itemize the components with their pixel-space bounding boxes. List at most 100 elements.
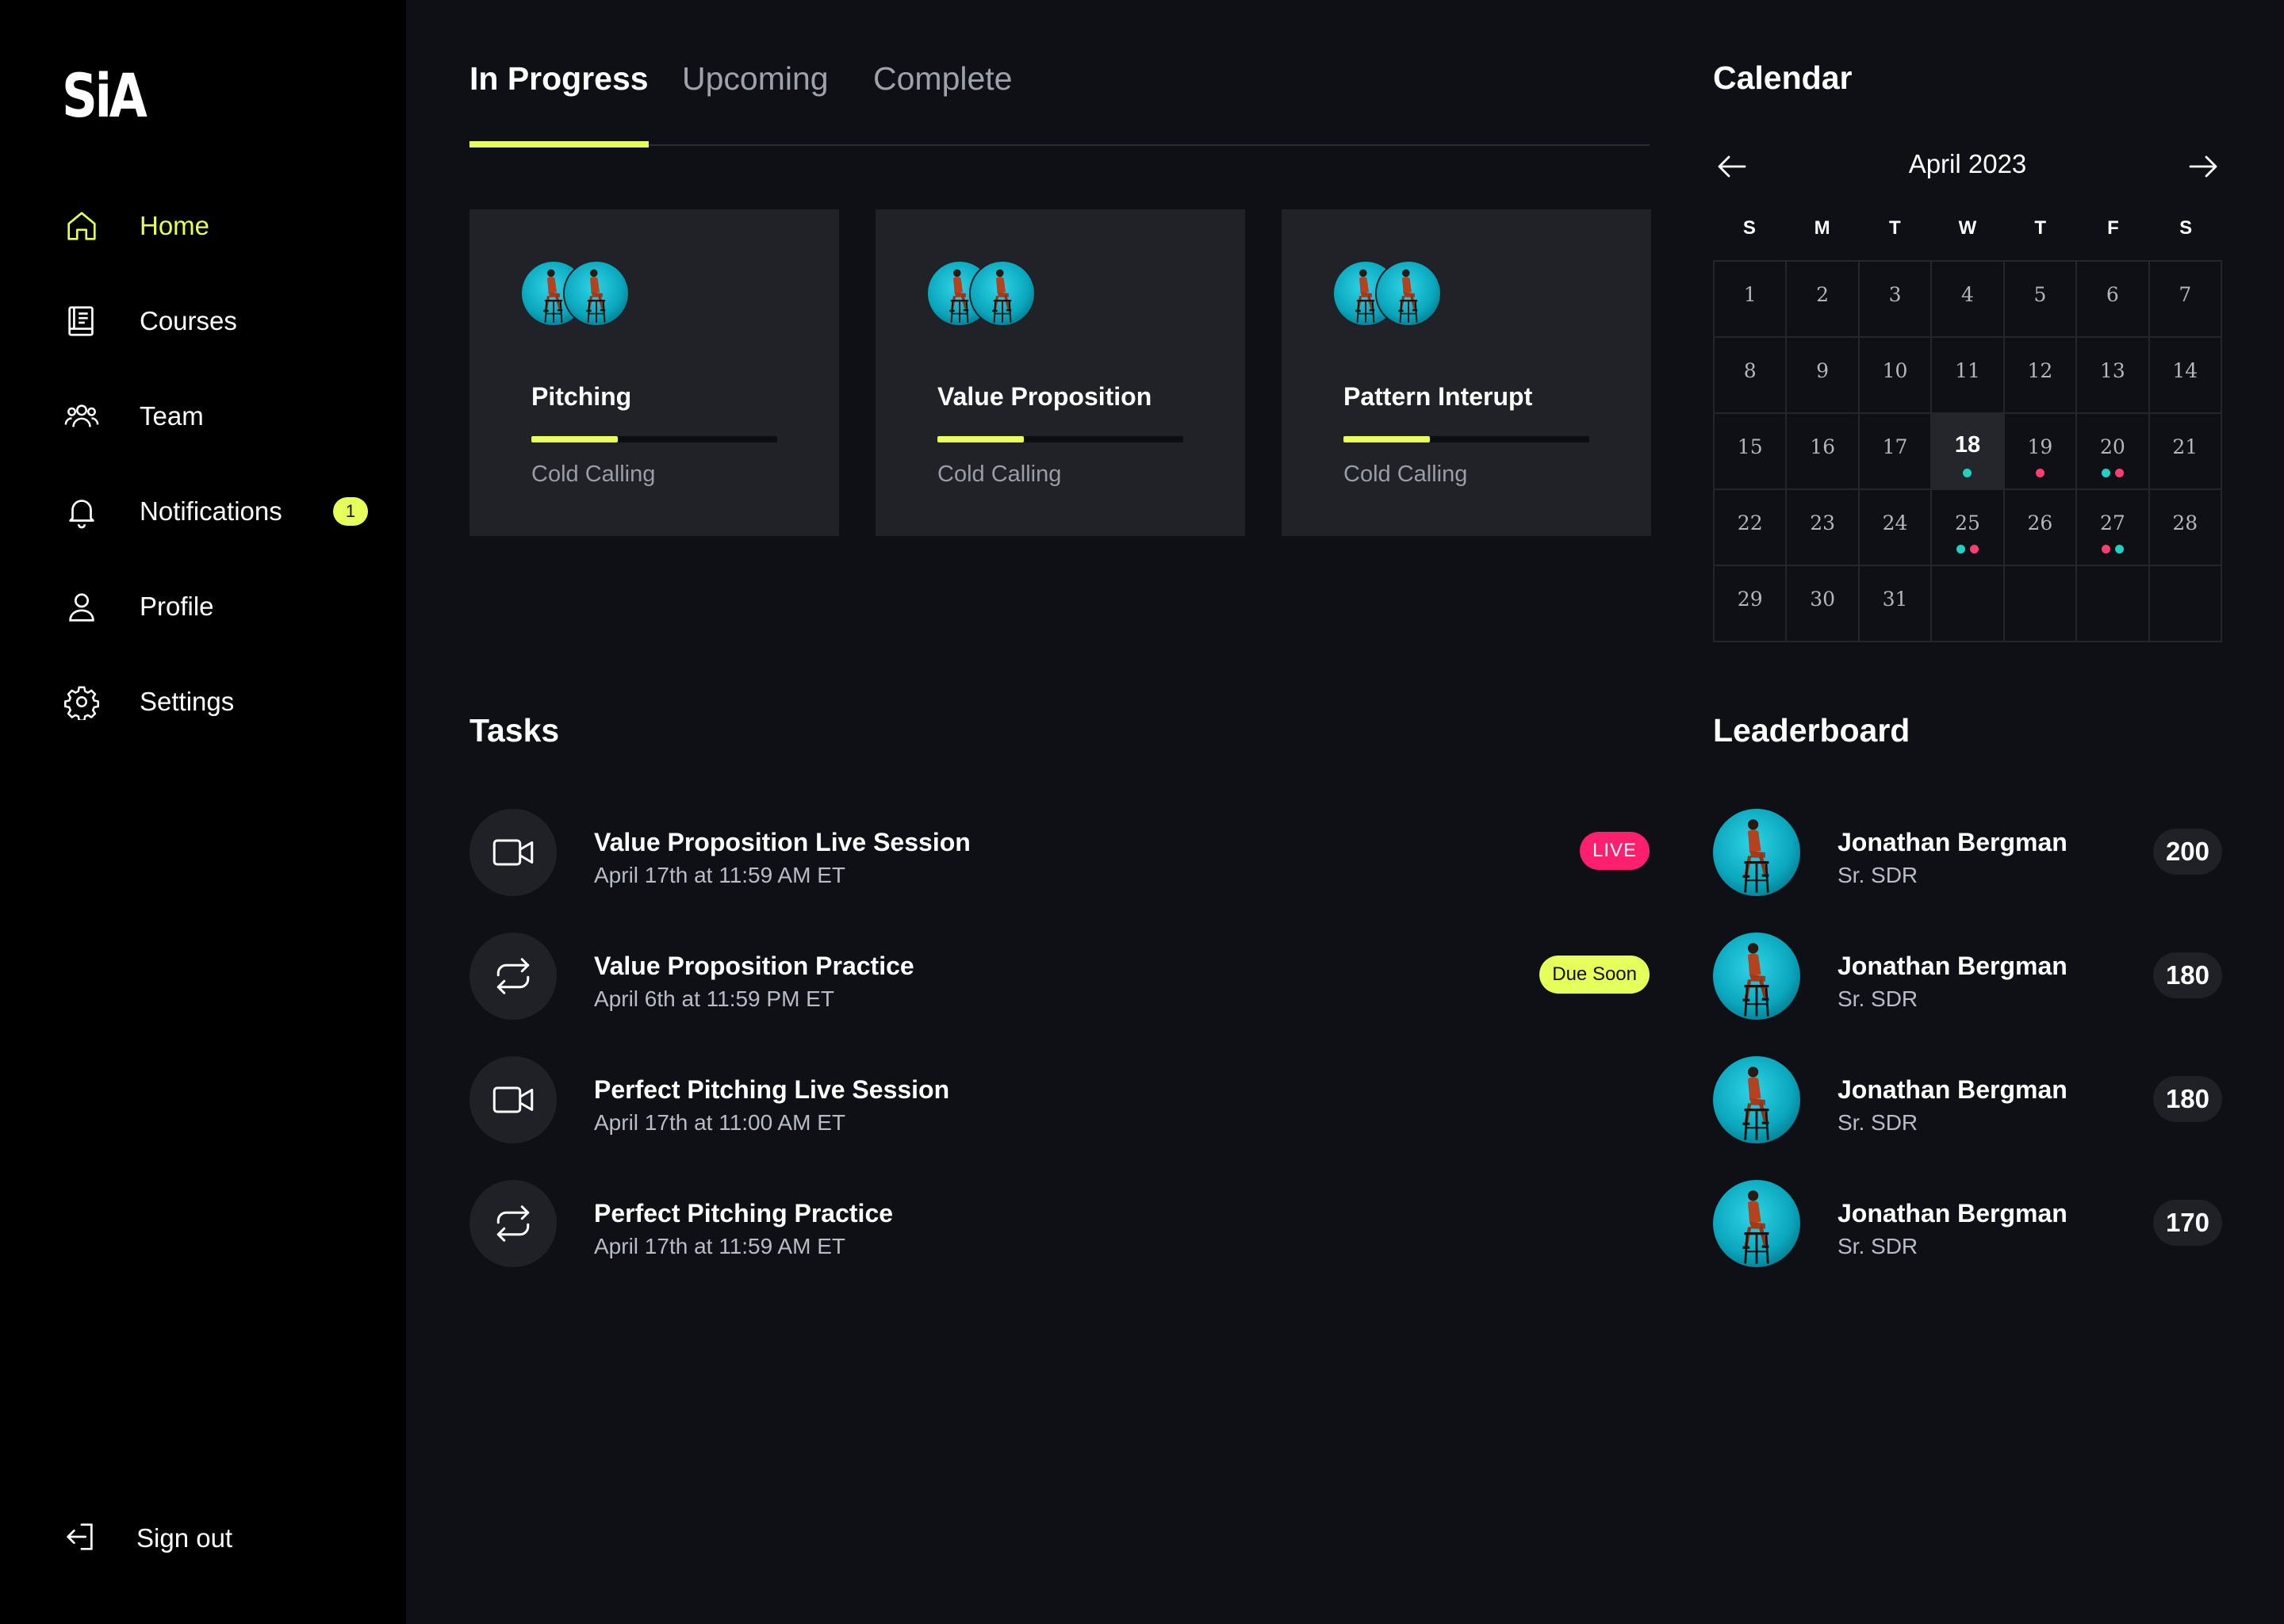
calendar-day-number: 2 (1816, 282, 1830, 306)
nav-label-courses: Courses (140, 306, 237, 335)
course-subtitle: Cold Calling (1343, 462, 1468, 487)
calendar-day[interactable]: 13 (2077, 338, 2150, 414)
calendar-day-number: 26 (2027, 511, 2053, 534)
calendar-day-number: 17 (1882, 435, 1908, 458)
calendar-day[interactable]: 2 (1787, 262, 1860, 338)
nav-label-profile: Profile (140, 592, 214, 621)
course-progress-fill (937, 436, 1024, 442)
calendar-day[interactable]: 4 (1932, 262, 2005, 338)
leaderboard-name: Jonathan Bergman (1838, 1075, 2067, 1104)
calendar-day[interactable]: 25 (1932, 490, 2005, 566)
next-month-button[interactable] (2184, 147, 2222, 186)
calendar-day[interactable]: 5 (2004, 262, 2078, 338)
nav-item-profile[interactable]: Profile (62, 579, 371, 634)
nav-item-settings[interactable]: Settings (62, 674, 371, 730)
leaderboard-role: Sr. SDR (1838, 1110, 1918, 1135)
calendar-month: April 2023 (1908, 149, 2027, 178)
calendar-day[interactable]: 20 (2077, 414, 2150, 490)
calendar-day[interactable]: 10 (1859, 338, 1933, 414)
nav-label-notifications: Notifications (140, 496, 282, 526)
leaderboard-row[interactable]: Jonathan Bergman Sr. SDR 200 (1713, 809, 2222, 898)
nav-item-courses[interactable]: Courses (62, 293, 371, 349)
gear-icon (62, 682, 102, 722)
calendar-title: Calendar (1713, 59, 1853, 96)
event-indicators (2077, 545, 2148, 553)
calendar-day[interactable]: 22 (1715, 490, 1788, 566)
course-progress-bar (937, 436, 1183, 442)
nav-item-notifications[interactable]: Notifications 1 (62, 484, 371, 539)
course-card[interactable]: Value Proposition Cold Calling (876, 209, 1245, 536)
video-camera-icon (469, 809, 557, 896)
tab-in-progress[interactable]: In Progress (469, 60, 649, 147)
notification-count-badge: 1 (333, 497, 368, 526)
calendar-day-number: 22 (1737, 511, 1763, 534)
calendar-day[interactable]: 14 (2149, 338, 2222, 414)
task-item[interactable]: Perfect Pitching Practice April 17th at … (469, 1180, 1650, 1269)
calendar-day[interactable]: 11 (1932, 338, 2005, 414)
calendar-day[interactable]: 27 (2077, 490, 2150, 566)
nav-item-team[interactable]: Team (62, 389, 371, 444)
calendar-day[interactable]: 24 (1859, 490, 1933, 566)
course-card[interactable]: Pattern Interupt Cold Calling (1282, 209, 1651, 536)
user-icon (62, 587, 102, 626)
calendar-day[interactable]: 31 (1859, 566, 1933, 642)
calendar-day[interactable]: 7 (2149, 262, 2222, 338)
calendar-day-number: 6 (2106, 282, 2119, 306)
calendar-day[interactable]: 17 (1859, 414, 1933, 490)
course-progress-fill (531, 436, 618, 442)
calendar-day[interactable]: 30 (1787, 566, 1860, 642)
task-item[interactable]: Value Proposition Practice April 6th at … (469, 933, 1650, 1021)
calendar-day[interactable]: 28 (2149, 490, 2222, 566)
task-title: Value Proposition Live Session (594, 828, 971, 856)
calendar-day-number: 28 (2172, 511, 2198, 534)
calendar-day[interactable]: 26 (2004, 490, 2078, 566)
course-subtitle: Cold Calling (531, 462, 656, 487)
team-icon (62, 396, 102, 436)
video-camera-icon (469, 1056, 557, 1143)
calendar-day[interactable]: 29 (1715, 566, 1788, 642)
calendar-day[interactable]: 23 (1787, 490, 1860, 566)
tab-upcoming[interactable]: Upcoming (682, 60, 829, 146)
calendar-day[interactable]: 9 (1787, 338, 1860, 414)
leaderboard-row[interactable]: Jonathan Bergman Sr. SDR 180 (1713, 1056, 2222, 1145)
app-logo[interactable]: SiA (62, 60, 148, 131)
calendar-day-number: 12 (2027, 358, 2053, 382)
task-title: Perfect Pitching Practice (594, 1199, 894, 1228)
event-dot (2101, 545, 2110, 553)
calendar-day[interactable]: 16 (1787, 414, 1860, 490)
weekday-label: T (2034, 217, 2047, 239)
course-status-tabs: In Progress Upcoming Complete (469, 56, 1650, 147)
leaderboard-row[interactable]: Jonathan Bergman Sr. SDR 180 (1713, 933, 2222, 1021)
course-avatars (520, 260, 631, 327)
home-icon (62, 206, 102, 246)
calendar-day-number: 21 (2172, 435, 2198, 458)
sign-out-button[interactable]: Sign out (62, 1511, 300, 1566)
nav-item-home[interactable]: Home (62, 198, 371, 254)
event-dot (1956, 545, 1965, 553)
calendar-day[interactable]: 6 (2077, 262, 2150, 338)
course-card[interactable]: Pitching Cold Calling (469, 209, 839, 536)
event-dot (2101, 469, 2110, 477)
calendar-day[interactable]: 8 (1715, 338, 1788, 414)
calendar-day[interactable]: 12 (2004, 338, 2078, 414)
leaderboard-score: 180 (2152, 952, 2222, 998)
course-progress-bar (1343, 436, 1589, 442)
calendar-day[interactable]: 15 (1715, 414, 1788, 490)
tab-complete[interactable]: Complete (873, 60, 1012, 146)
task-time: April 17th at 11:59 AM ET (594, 1234, 845, 1258)
calendar-day[interactable]: 19 (2004, 414, 2078, 490)
leaderboard-score: 170 (2152, 1200, 2222, 1246)
avatar (563, 260, 630, 327)
leaderboard-row[interactable]: Jonathan Bergman Sr. SDR 170 (1713, 1180, 2222, 1269)
calendar-day[interactable]: 3 (1859, 262, 1933, 338)
calendar-day[interactable]: 21 (2149, 414, 2222, 490)
calendar-day-number: 14 (2172, 358, 2198, 382)
avatar (1713, 1056, 1800, 1143)
calendar-day-today[interactable]: 18 (1932, 414, 2005, 490)
calendar-day-number: 20 (2099, 435, 2125, 458)
task-item[interactable]: Value Proposition Live Session April 17t… (469, 809, 1650, 898)
task-item[interactable]: Perfect Pitching Live Session April 17th… (469, 1056, 1650, 1145)
calendar-day-number: 4 (1961, 282, 1974, 306)
bell-icon (62, 492, 102, 531)
calendar-day[interactable]: 1 (1715, 262, 1788, 338)
